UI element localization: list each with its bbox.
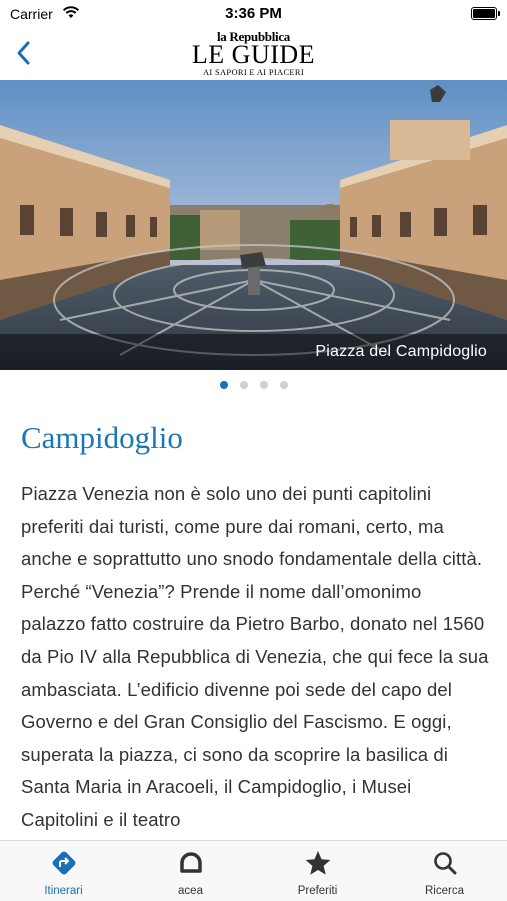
tab-ricerca[interactable]: Ricerca xyxy=(381,841,507,901)
tab-label: Itinerari xyxy=(44,885,83,897)
tab-label: acea xyxy=(178,885,203,897)
article-body: Piazza Venezia non è solo uno dei punti … xyxy=(21,483,489,830)
tab-preferiti[interactable]: Preferiti xyxy=(254,841,381,901)
article-title: Campidoglio xyxy=(21,420,183,455)
page-dot-3[interactable] xyxy=(259,381,268,389)
hero-image xyxy=(0,80,507,370)
battery-icon xyxy=(471,7,500,20)
tab-itinerari[interactable]: Itinerari xyxy=(0,841,127,901)
search-icon xyxy=(433,852,456,875)
tab-bar: Itinerari acea Preferiti Ricerca xyxy=(0,840,507,901)
acea-logo-icon xyxy=(179,852,202,873)
status-bar: Carrier 3:36 PM xyxy=(0,0,507,28)
logo-line-3: AI SAPORI E AI PIACERI xyxy=(202,67,305,77)
hero-carousel[interactable]: Piazza del Campidoglio xyxy=(0,80,507,370)
logo-line-2: LE GUIDE xyxy=(191,40,316,69)
nav-header: la Repubblica LE GUIDE AI SAPORI E AI PI… xyxy=(0,28,507,80)
image-caption: Piazza del Campidoglio xyxy=(315,343,487,360)
page-dot-2[interactable] xyxy=(239,381,248,389)
page-dot-4[interactable] xyxy=(279,381,288,389)
directions-icon xyxy=(52,851,75,875)
tab-label: Preferiti xyxy=(297,885,338,897)
app-logo: la Repubblica LE GUIDE AI SAPORI E AI PI… xyxy=(0,30,507,77)
star-icon xyxy=(305,851,330,875)
page-indicator[interactable] xyxy=(0,381,507,389)
tab-acea[interactable]: acea xyxy=(127,841,254,901)
clock: 3:36 PM xyxy=(225,5,282,22)
page-dot-1[interactable] xyxy=(219,381,228,389)
tab-label: Ricerca xyxy=(425,885,464,897)
